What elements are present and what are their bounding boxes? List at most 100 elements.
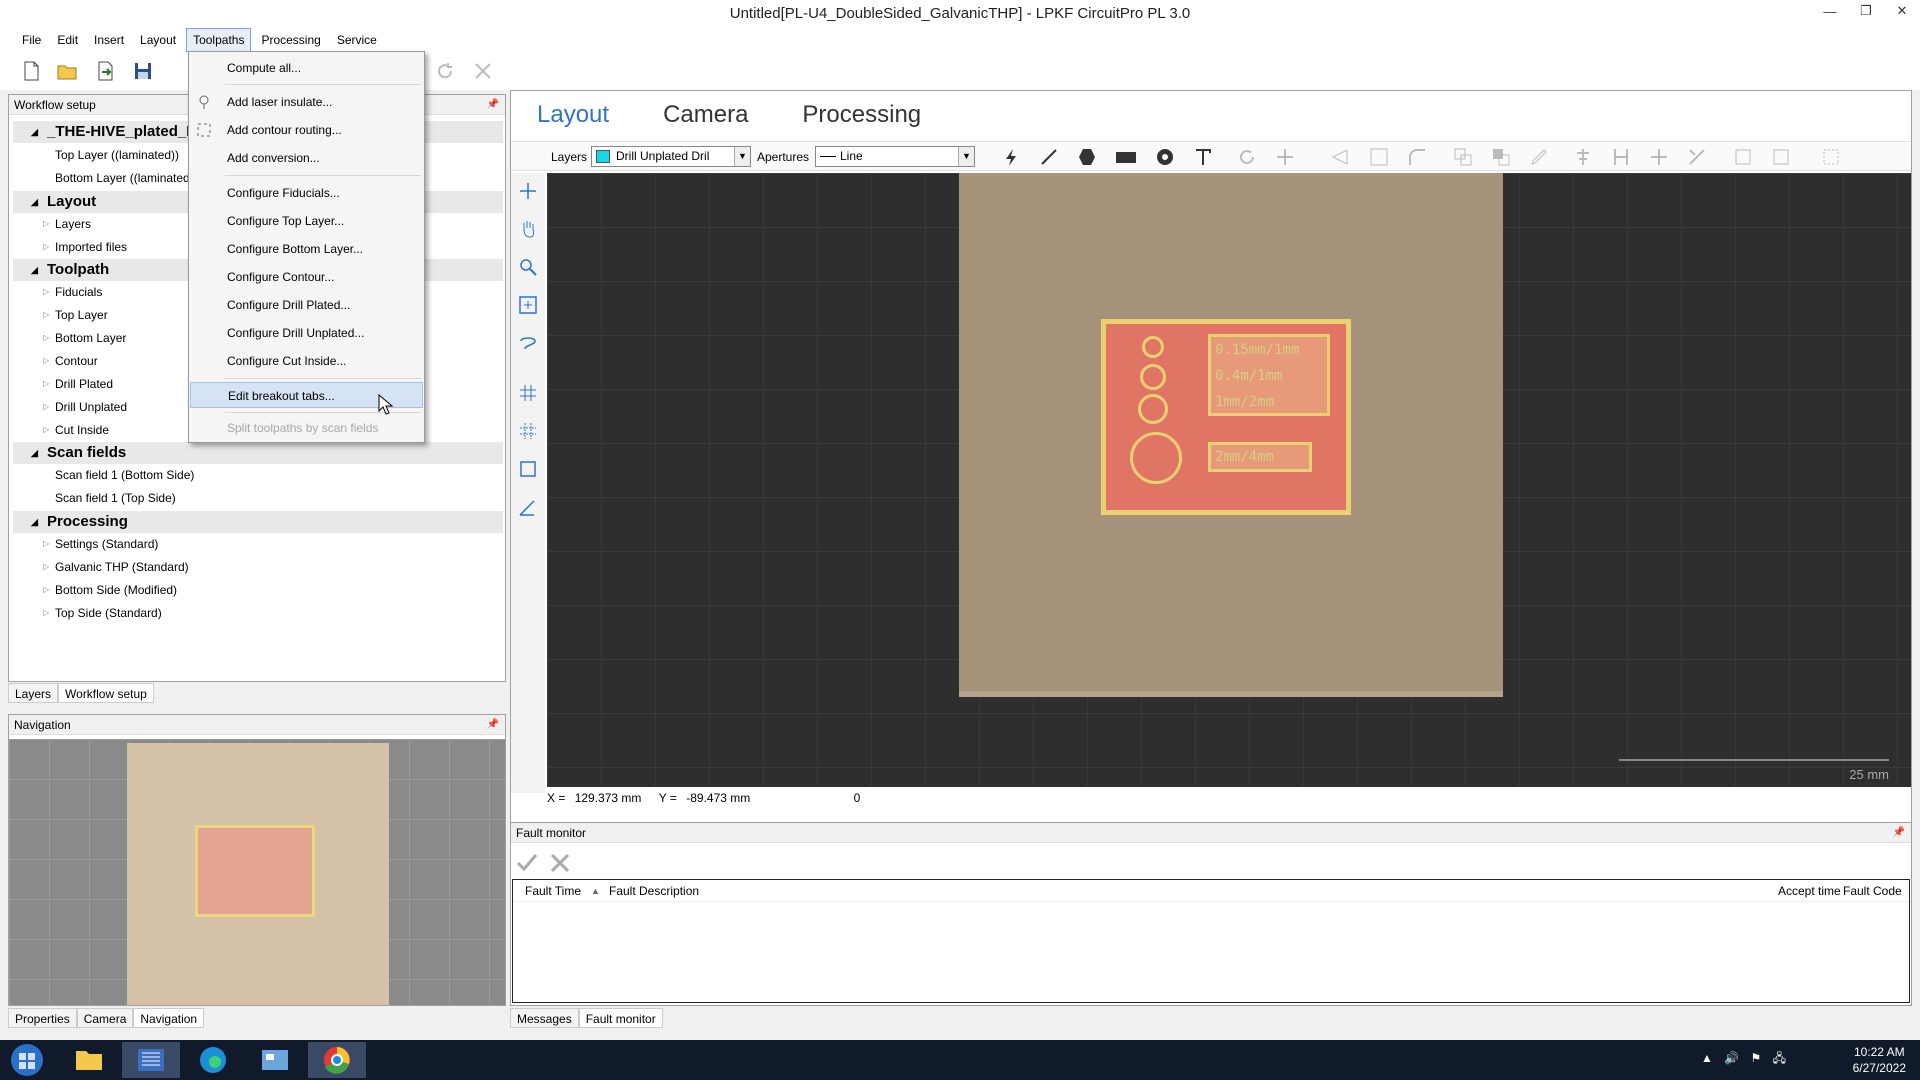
expand-icon[interactable]: ▷: [43, 579, 49, 601]
rotate-icon[interactable]: [1237, 147, 1257, 167]
expand-icon[interactable]: ▷: [43, 327, 49, 349]
collapse-icon[interactable]: ◢: [31, 259, 38, 281]
menu-processing[interactable]: Processing: [255, 28, 326, 52]
export-layer-icon[interactable]: [1771, 147, 1791, 167]
expand-icon[interactable]: ▷: [43, 533, 49, 555]
line-tool-icon[interactable]: [1039, 147, 1059, 167]
tree-item-imported-files[interactable]: ▷ Imported files: [43, 236, 127, 258]
snap-grid-icon[interactable]: [518, 421, 538, 441]
chrome-browser-icon[interactable]: [308, 1042, 366, 1078]
tree-item-top-side[interactable]: ▷ Top Side (Standard): [43, 602, 162, 624]
tree-item-contour[interactable]: ▷ Contour: [43, 350, 98, 372]
menu-item-compute-all[interactable]: Compute all...: [190, 55, 423, 81]
view-tab-camera[interactable]: Camera: [663, 101, 748, 129]
mirror-icon[interactable]: [1331, 147, 1351, 167]
expand-icon[interactable]: ▷: [43, 373, 49, 395]
tree-item-fiducials[interactable]: ▷ Fiducials: [43, 281, 102, 303]
add-node-icon[interactable]: [1649, 147, 1669, 167]
measure-icon[interactable]: [518, 497, 538, 517]
tree-item-galvanic[interactable]: ▷ Galvanic THP (Standard): [43, 556, 189, 578]
tree-item-bottom-layer[interactable]: ▷ Bottom Layer: [43, 327, 126, 349]
clock-time[interactable]: 10:22 AM: [1853, 1044, 1906, 1060]
pin-icon[interactable]: 📌: [487, 715, 499, 735]
lasso-icon[interactable]: [518, 333, 538, 353]
aperture-select[interactable]: Line ▼: [815, 146, 975, 167]
edge-browser-icon[interactable]: [184, 1042, 242, 1078]
tree-item-drill-plated[interactable]: ▷ Drill Plated: [43, 373, 113, 395]
expand-icon[interactable]: ▷: [43, 236, 49, 258]
sort-asc-icon[interactable]: ▲: [591, 880, 600, 902]
expand-icon[interactable]: ▷: [43, 304, 49, 326]
lightning-icon[interactable]: [1001, 147, 1021, 167]
flag-icon[interactable]: ⚑: [1751, 1051, 1762, 1065]
restore-button[interactable]: ❐: [1848, 0, 1884, 22]
tab-fault-monitor[interactable]: Fault monitor: [578, 1008, 663, 1028]
board-outline-icon[interactable]: [518, 459, 538, 479]
scale-icon[interactable]: [1369, 147, 1389, 167]
view-tab-layout[interactable]: Layout: [537, 101, 609, 129]
menu-item-add-laser-insulate[interactable]: Add laser insulate...: [190, 89, 423, 115]
crosshair-icon[interactable]: [518, 181, 538, 201]
navigation-canvas[interactable]: [9, 739, 505, 1005]
expand-icon[interactable]: ▷: [43, 350, 49, 372]
tree-section-processing[interactable]: ◢ Processing: [13, 511, 503, 533]
minimize-button[interactable]: —: [1812, 0, 1848, 22]
hand-icon[interactable]: [518, 219, 538, 239]
import-layer-icon[interactable]: [1733, 147, 1753, 167]
import-icon[interactable]: [94, 60, 116, 82]
grid-icon[interactable]: [518, 383, 538, 403]
collapse-icon[interactable]: ◢: [31, 442, 38, 464]
expand-icon[interactable]: ▷: [43, 396, 49, 418]
expand-icon[interactable]: ▷: [43, 556, 49, 578]
close-button[interactable]: ✕: [1884, 0, 1920, 22]
tree-item-cut-inside[interactable]: ▷ Cut Inside: [43, 419, 109, 441]
collapse-icon[interactable]: ◢: [31, 121, 38, 143]
view-tab-processing[interactable]: Processing: [802, 101, 921, 129]
start-button-icon[interactable]: [2, 1042, 52, 1078]
pin-icon[interactable]: 📌: [1893, 823, 1905, 843]
col-fault-code[interactable]: Fault Code: [1843, 880, 1902, 902]
dismiss-icon[interactable]: [548, 851, 572, 875]
file-explorer-icon[interactable]: [60, 1042, 118, 1078]
save-icon[interactable]: [132, 60, 154, 82]
move-icon[interactable]: [1275, 147, 1295, 167]
layout-canvas[interactable]: 0.15mm/1mm 0.4m/1mm 1mm/2mm 2mm/4mm 25 m…: [547, 173, 1911, 787]
accept-icon[interactable]: [515, 851, 539, 875]
menu-insert[interactable]: Insert: [88, 28, 130, 52]
menu-item-configure-contour[interactable]: Configure Contour...: [190, 264, 423, 290]
tab-workflow-setup[interactable]: Workflow setup: [58, 683, 154, 703]
col-fault-time[interactable]: Fault Time: [525, 880, 581, 902]
frame-icon[interactable]: [1821, 147, 1841, 167]
tree-item-layers[interactable]: ▷ Layers: [43, 213, 91, 235]
layer-select[interactable]: Drill Unplated Dril ▼: [591, 146, 751, 167]
tab-layers[interactable]: Layers: [8, 683, 59, 703]
zoom-fit-icon[interactable]: [518, 295, 538, 315]
chevron-down-icon[interactable]: ▼: [734, 147, 750, 166]
expand-icon[interactable]: ▷: [43, 602, 49, 624]
menu-service[interactable]: Service: [331, 28, 383, 52]
network-icon[interactable]: 🖧: [1773, 1051, 1786, 1065]
cancel-icon[interactable]: [472, 60, 494, 82]
clock-date[interactable]: 6/27/2022: [1853, 1060, 1906, 1076]
align-icon[interactable]: [1573, 147, 1593, 167]
ungroup-icon[interactable]: [1491, 147, 1511, 167]
new-file-icon[interactable]: [20, 60, 42, 82]
menu-item-configure-fiducials[interactable]: Configure Fiducials...: [190, 180, 423, 206]
collapse-icon[interactable]: ◢: [31, 191, 38, 213]
menu-item-configure-top-layer[interactable]: Configure Top Layer...: [190, 208, 423, 234]
menu-file[interactable]: File: [16, 28, 47, 52]
circuitpro-app-icon[interactable]: [122, 1042, 180, 1078]
menu-item-configure-bottom-layer[interactable]: Configure Bottom Layer...: [190, 236, 423, 262]
tree-item-drill-unplated[interactable]: ▷ Drill Unplated: [43, 396, 127, 418]
tab-navigation[interactable]: Navigation: [133, 1008, 205, 1028]
menu-item-add-contour-routing[interactable]: Add contour routing...: [190, 117, 423, 143]
menu-edit[interactable]: Edit: [51, 28, 84, 52]
pin-icon[interactable]: 📌: [487, 95, 499, 115]
rectangle-icon[interactable]: [1115, 147, 1137, 167]
menu-item-add-conversion[interactable]: Add conversion...: [190, 145, 423, 171]
redo-icon[interactable]: [434, 60, 456, 82]
split-icon[interactable]: [1687, 147, 1707, 167]
polygon-icon[interactable]: [1077, 147, 1097, 167]
tray-arrow-icon[interactable]: ▲: [1701, 1051, 1713, 1065]
tree-item-bottom-side[interactable]: ▷ Bottom Side (Modified): [43, 579, 177, 601]
